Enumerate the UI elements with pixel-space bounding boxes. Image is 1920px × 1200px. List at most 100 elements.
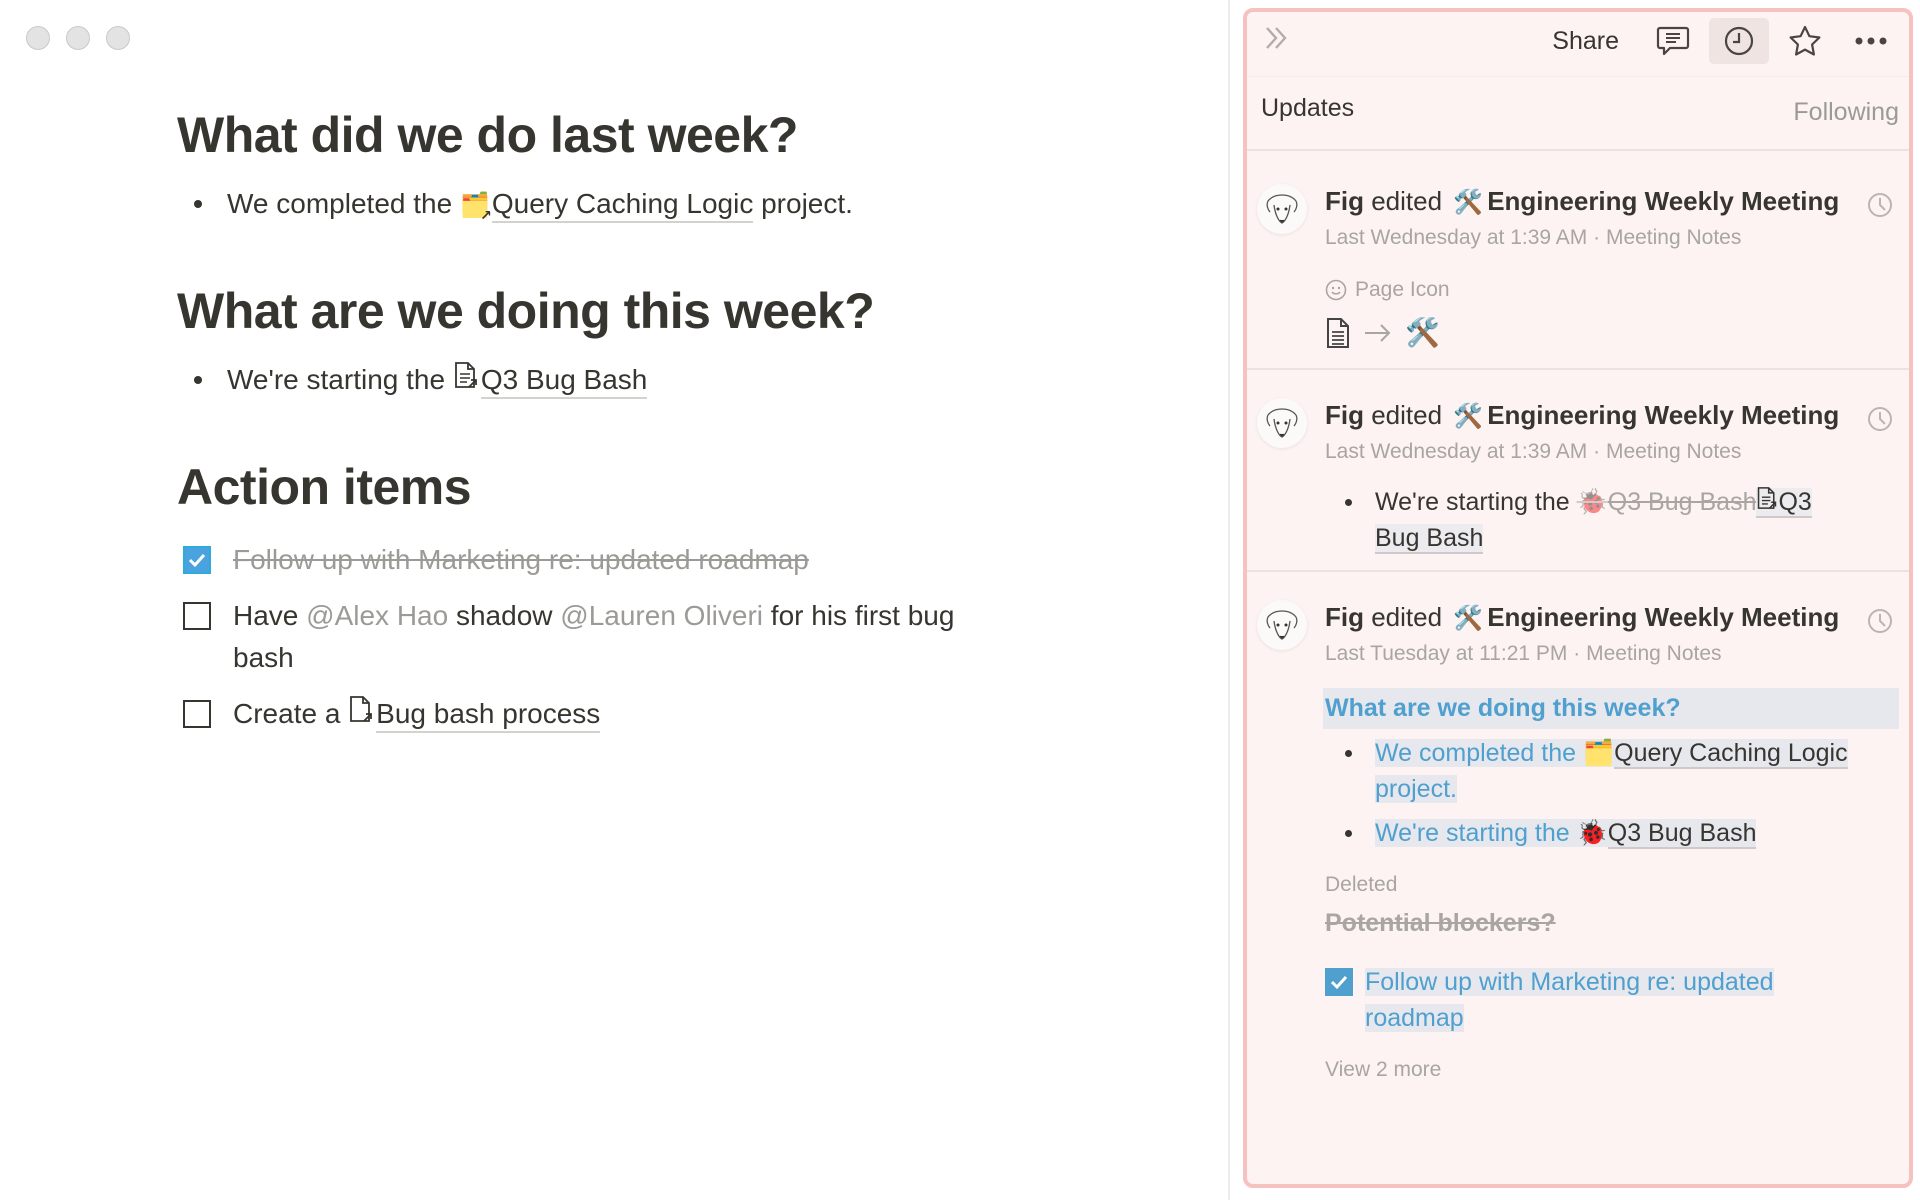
bullet-dot (1325, 815, 1375, 851)
view-more-button[interactable]: View 2 more (1325, 1058, 1899, 1082)
deleted-heading: Potential blockers? (1325, 909, 1556, 937)
bullet-dot (177, 183, 227, 225)
avatar (1257, 600, 1307, 650)
diff-bullet: We're starting the 🐞Q3 Bug Bash Q3 Bug Ba… (1325, 484, 1899, 556)
update-page-link[interactable]: Engineering Weekly Meeting (1487, 400, 1839, 430)
window-close-button[interactable] (26, 26, 50, 50)
dog-avatar-icon (1266, 408, 1298, 438)
hammer-wrench-icon: 🛠️ (1453, 189, 1484, 216)
mention-alex-hao[interactable]: @Alex Hao (306, 600, 448, 631)
comments-button[interactable] (1643, 18, 1703, 64)
page-link-bug-bash-process[interactable]: Bug bash process (348, 695, 601, 737)
diff-heading-added: What are we doing this week? (1323, 688, 1899, 729)
history-clock-icon[interactable] (1865, 606, 1895, 636)
page-content: What did we do last week? We completed t… (177, 100, 1037, 737)
todo-list: Follow up with Marketing re: updated roa… (177, 539, 977, 737)
bullet-item[interactable]: We're starting the Q3 Bug Bash (177, 359, 1037, 401)
more-button[interactable] (1841, 18, 1901, 64)
todo-item: Follow up with Marketing re: updated roa… (177, 539, 977, 581)
mention-lauren-oliveri[interactable]: @Lauren Oliveri (560, 600, 763, 631)
history-clock-icon[interactable] (1865, 190, 1895, 220)
history-clock-icon[interactable] (1865, 404, 1895, 434)
todo-checkbox[interactable] (183, 546, 211, 574)
window-controls (26, 26, 130, 50)
ladybug-icon: 🐞 (1576, 488, 1608, 516)
window-minimize-button[interactable] (66, 26, 90, 50)
avatar (1257, 398, 1307, 448)
property-change-label: Page Icon (1325, 278, 1899, 302)
document-icon (1327, 317, 1349, 348)
favorite-star-icon (1789, 25, 1821, 56)
removed-text: 🐞Q3 Bug Bash (1576, 488, 1757, 516)
collapse-panel-button[interactable] (1257, 20, 1297, 56)
page-icon (453, 361, 479, 400)
update-actor[interactable]: Fig (1325, 602, 1364, 632)
heading-last-week: What did we do last week? (177, 107, 798, 163)
update-meta: Last Tuesday at 11:21 PM · Meeting Notes (1325, 642, 1722, 665)
checkmark-icon (188, 553, 206, 568)
favorite-button[interactable] (1775, 18, 1835, 64)
comments-icon (1656, 26, 1690, 56)
update-location-link[interactable]: Meeting Notes (1586, 642, 1721, 665)
share-button[interactable]: Share (1540, 21, 1631, 62)
diff-bullet: We completed the 🗂️Query Caching Logic pr… (1325, 735, 1899, 807)
blank-page-icon (348, 695, 374, 737)
bullet-text: We're starting the (227, 364, 453, 395)
todo-text[interactable]: Create a Bug bash process (233, 693, 601, 737)
todo-text[interactable]: Follow up with Marketing re: updated roa… (233, 539, 809, 581)
more-icon (1855, 37, 1887, 45)
hammer-wrench-icon: 🛠️ (1453, 605, 1484, 632)
ladybug-icon: 🐞 (1576, 819, 1608, 847)
bullet-text-suffix: project. (753, 188, 853, 219)
deleted-label: Deleted (1325, 873, 1398, 896)
hammer-wrench-icon: 🛠️ (1453, 403, 1484, 430)
update-title: Fig edited 🛠️ Engineering Weekly Meeting (1325, 400, 1840, 430)
card-index-dividers-icon: 🗂️ ↗ (459, 192, 492, 223)
page-link-q3-bug-bash[interactable]: Q3 Bug Bash (453, 361, 648, 400)
updates-panel: Share Updates Following Fig edited 🛠️ Eng… (1243, 8, 1913, 1188)
bullet-dot (177, 359, 227, 401)
card-index-dividers-icon: 🗂️ (1582, 739, 1615, 767)
update-title: Fig edited 🛠️ Engineering Weekly Meeting (1325, 602, 1840, 632)
update-title: Fig edited 🛠️ Engineering Weekly Meeting (1325, 186, 1840, 216)
hammer-wrench-icon: 🛠️ (1405, 317, 1440, 348)
diff-todo: Follow up with Marketing re: updated road… (1325, 964, 1899, 1036)
update-actor[interactable]: Fig (1325, 186, 1364, 216)
bullet-item[interactable]: We completed the 🗂️ ↗ Query Caching Logic … (177, 183, 1037, 225)
topbar-divider (1247, 76, 1909, 77)
update-location-link[interactable]: Meeting Notes (1606, 440, 1741, 463)
update-page-link[interactable]: Engineering Weekly Meeting (1487, 186, 1839, 216)
page-link-q3-bug-bash[interactable]: Q3 Bug Bash (1607, 819, 1757, 849)
updates-title: Updates (1261, 94, 1355, 122)
page-link-query-caching-logic[interactable]: 🗂️ ↗ Query Caching Logic (459, 187, 754, 224)
page-icon (1758, 487, 1777, 509)
window-zoom-button[interactable] (106, 26, 130, 50)
checkmark-icon (1330, 975, 1348, 990)
update-page-link[interactable]: Engineering Weekly Meeting (1487, 602, 1839, 632)
double-chevron-right-icon (1266, 27, 1287, 49)
bullet-dot (1325, 484, 1375, 520)
bullet-dot (1325, 735, 1375, 771)
bullet-text: We completed the (227, 188, 460, 219)
panel-divider[interactable] (1228, 0, 1230, 1200)
section-divider (1247, 149, 1909, 151)
update-meta: Last Wednesday at 1:39 AM · Meeting Note… (1325, 226, 1742, 249)
heading-action-items: Action items (177, 459, 472, 515)
following-filter-button[interactable]: Following (1793, 98, 1899, 127)
heading-this-week: What are we doing this week? (177, 283, 875, 339)
update-actor[interactable]: Fig (1325, 400, 1364, 430)
todo-checkbox[interactable] (183, 700, 211, 728)
smiley-icon (1325, 279, 1347, 301)
icon-change: 🛠️ (1325, 316, 1899, 349)
update-location-link[interactable]: Meeting Notes (1606, 226, 1741, 249)
todo-text[interactable]: Have @Alex Hao shadow @Lauren Oliveri fo… (233, 595, 977, 679)
dog-avatar-icon (1266, 194, 1298, 224)
panel-topbar: Share (1247, 12, 1909, 68)
todo-item: Create a Bug bash process (177, 693, 977, 737)
todo-item: Have @Alex Hao shadow @Lauren Oliveri fo… (177, 595, 977, 679)
update-meta: Last Wednesday at 1:39 AM · Meeting Note… (1325, 440, 1742, 463)
updates-button[interactable] (1709, 18, 1769, 64)
section-divider (1247, 368, 1909, 370)
todo-checkbox[interactable] (183, 602, 211, 630)
page-link-query-caching-logic[interactable]: Query Caching Logic (1614, 739, 1848, 769)
